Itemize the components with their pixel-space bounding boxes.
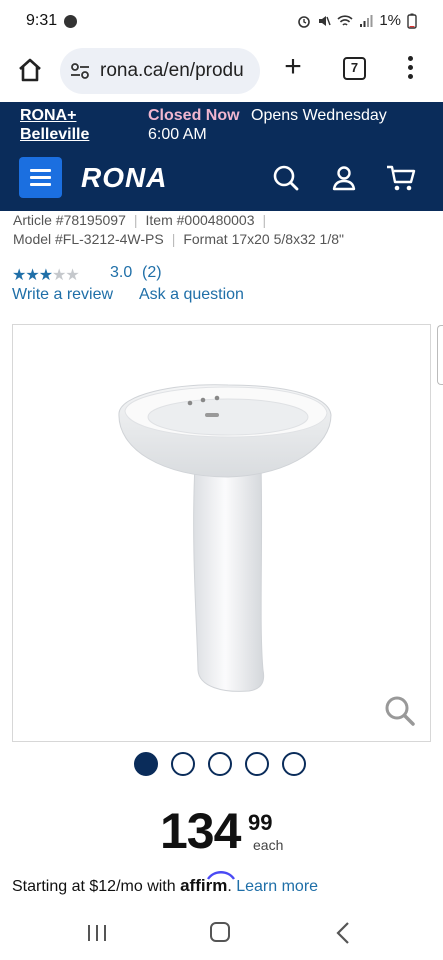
- svg-text:RONA: RONA: [81, 162, 167, 192]
- star-filled-icon: ★: [25, 267, 39, 284]
- back-icon[interactable]: [335, 921, 351, 945]
- item-number: Item #000480003: [145, 212, 255, 228]
- carousel-dot[interactable]: [282, 752, 306, 776]
- carousel-dot[interactable]: [208, 752, 232, 776]
- image-carousel-dots: [134, 752, 306, 776]
- financing-text: Starting at $12/mo with: [12, 878, 181, 895]
- affirm-arc-icon: [207, 871, 236, 880]
- model-row: Model #FL-3212-4W-PS | Format 17x20 5/8x32…: [13, 231, 344, 247]
- carousel-dot[interactable]: [134, 752, 158, 776]
- status-bar: 9:31 1%: [0, 0, 443, 42]
- price-unit: each: [253, 837, 284, 853]
- store-city: Belleville: [20, 126, 90, 143]
- status-icons: 1%: [297, 12, 417, 29]
- browser-toolbar: rona.ca/en/produ + 7: [0, 42, 443, 102]
- home-icon[interactable]: [16, 56, 44, 84]
- notification-dot-icon: [64, 15, 77, 28]
- scrollbar-handle[interactable]: [437, 325, 443, 385]
- search-icon[interactable]: [272, 164, 300, 192]
- url-text: rona.ca/en/produ: [100, 60, 244, 81]
- site-header: RONA: [0, 148, 443, 211]
- tab-switcher-button[interactable]: 7: [343, 57, 366, 80]
- star-rating[interactable]: ★★★★★: [12, 265, 80, 285]
- account-icon[interactable]: [330, 164, 358, 192]
- status-time: 9:31: [26, 12, 58, 29]
- format-label: Format 17x20 5/8x32 1/8": [183, 231, 344, 247]
- battery-percent: 1%: [379, 12, 401, 29]
- rating-count-link[interactable]: (2): [142, 264, 162, 282]
- star-filled-icon: ★: [12, 267, 26, 284]
- rona-logo[interactable]: RONA: [81, 162, 191, 192]
- pedestal-sink-image: [118, 384, 332, 692]
- site-settings-icon[interactable]: [70, 62, 90, 80]
- battery-icon: [407, 13, 417, 29]
- store-opens-day: Opens Wednesday: [251, 107, 387, 124]
- write-review-link[interactable]: Write a review: [12, 286, 113, 304]
- mute-icon: [319, 15, 331, 26]
- system-nav-bar: [0, 910, 443, 960]
- recents-icon[interactable]: [86, 923, 108, 943]
- home-nav-icon[interactable]: [210, 922, 230, 942]
- address-bar[interactable]: rona.ca/en/produ: [60, 48, 260, 94]
- star-empty-icon: ★: [52, 267, 66, 284]
- affirm-logo: affirm: [180, 871, 236, 895]
- carousel-dot[interactable]: [245, 752, 269, 776]
- zoom-icon[interactable]: [384, 695, 416, 727]
- hamburger-menu-button[interactable]: [19, 157, 62, 198]
- financing-punct: .: [227, 878, 237, 895]
- cart-icon[interactable]: [386, 164, 416, 192]
- article-number: Article #78195097: [13, 212, 126, 228]
- ask-question-link[interactable]: Ask a question: [139, 286, 244, 304]
- store-brand: RONA+: [20, 107, 77, 124]
- rating-value: 3.0: [110, 264, 133, 281]
- alarm-icon: [298, 15, 311, 28]
- store-status: Closed Now: [148, 107, 240, 124]
- learn-more-link[interactable]: Learn more: [236, 878, 318, 895]
- price-dollars: 134: [160, 803, 241, 859]
- wifi-icon: [337, 14, 353, 26]
- more-menu-icon[interactable]: [404, 56, 416, 82]
- star-filled-icon: ★: [38, 267, 53, 284]
- star-empty-icon: ★: [65, 267, 79, 284]
- store-info-bar: RONA+ Belleville Closed Now Opens Wednes…: [0, 102, 443, 148]
- article-row: Article #78195097 | Item #000480003 |: [13, 212, 267, 228]
- store-opens-time: 6:00 AM: [148, 126, 207, 143]
- store-name-link[interactable]: RONA+ Belleville: [20, 106, 89, 144]
- model-number: Model #FL-3212-4W-PS: [13, 231, 164, 247]
- price-cents: 99: [248, 810, 273, 835]
- new-tab-button[interactable]: +: [280, 52, 306, 82]
- financing-row: Starting at $12/mo with affirm. Learn mo…: [12, 871, 318, 896]
- product-image-viewer[interactable]: [12, 324, 431, 742]
- signal-icon: [360, 14, 373, 27]
- carousel-dot[interactable]: [171, 752, 195, 776]
